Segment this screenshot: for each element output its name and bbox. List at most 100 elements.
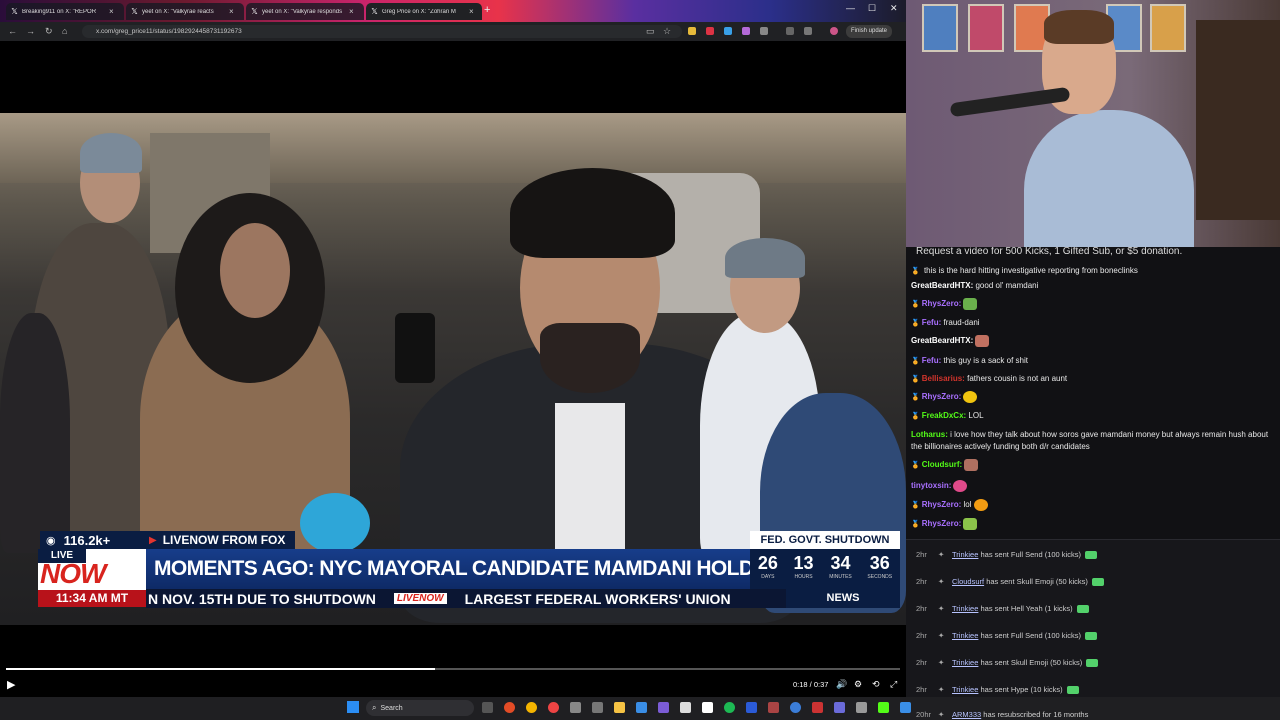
download-icon[interactable] bbox=[804, 27, 812, 35]
emote-icon bbox=[975, 335, 990, 347]
maximize-icon[interactable]: ☐ bbox=[868, 3, 876, 14]
extensions-puzzle-icon[interactable] bbox=[760, 27, 768, 35]
app-icon[interactable] bbox=[680, 702, 691, 713]
app-icon[interactable] bbox=[504, 702, 515, 713]
video-player[interactable]: ◉ 116.2k+ ▶ LIVENOW FROM FOX LIVE NOW 11… bbox=[0, 113, 906, 625]
reload-icon[interactable]: ↻ bbox=[45, 26, 53, 37]
chat-username[interactable]: Cloudsurf: bbox=[922, 460, 962, 469]
app-icon[interactable] bbox=[812, 702, 823, 713]
event-user[interactable]: Trinkiee bbox=[952, 604, 978, 613]
close-tab-icon[interactable]: × bbox=[229, 7, 234, 16]
app-icon[interactable] bbox=[856, 702, 867, 713]
loop-icon[interactable]: ⟲ bbox=[872, 679, 880, 690]
tab-1[interactable]: 𝕏 Breaking911 on X: "REPOR × bbox=[6, 3, 124, 20]
streamer-shirt bbox=[1024, 110, 1194, 247]
event-user[interactable]: ARM333 bbox=[952, 710, 981, 719]
close-window-icon[interactable]: ✕ bbox=[890, 3, 898, 14]
app-icon[interactable] bbox=[636, 702, 647, 713]
countdown-value: 13 bbox=[793, 553, 814, 573]
windows-start-icon[interactable] bbox=[347, 701, 359, 713]
extension-icon[interactable] bbox=[706, 27, 714, 35]
event-row: 2hr ✦ Trinkiee has sent Skull Emoji (50 ki… bbox=[916, 658, 1276, 668]
chat-username[interactable]: Fefu: bbox=[922, 318, 942, 327]
bookmark-star-icon[interactable]: ☆ bbox=[663, 26, 671, 37]
chrome-icon[interactable] bbox=[526, 702, 537, 713]
app-icon[interactable] bbox=[658, 702, 669, 713]
chat-message: 🏅 Fefu: fraud-dani bbox=[911, 317, 1273, 330]
gift-icon bbox=[1091, 578, 1104, 587]
play-icon[interactable]: ▶ bbox=[7, 678, 15, 691]
chat-username[interactable]: RhysZero: bbox=[922, 519, 962, 528]
extension-icon[interactable] bbox=[688, 27, 696, 35]
sidebar-icon[interactable] bbox=[786, 27, 794, 35]
taskbar-search[interactable]: ⌕ Search bbox=[366, 700, 474, 716]
tab-title: yeet on X: "Valkyrae responds bbox=[262, 8, 343, 15]
event-user[interactable]: Trinkiee bbox=[952, 685, 978, 694]
app-icon[interactable] bbox=[790, 702, 801, 713]
video-progress-bar[interactable] bbox=[6, 668, 900, 670]
shutdown-title: FED. GOVT. SHUTDOWN bbox=[750, 531, 900, 549]
event-row: 2hr ✦ Trinkiee has sent Full Send (100 kic… bbox=[916, 631, 1276, 641]
app-icon[interactable] bbox=[592, 702, 603, 713]
chat-username[interactable]: Bellisarius: bbox=[922, 374, 965, 383]
app-icon[interactable] bbox=[548, 702, 559, 713]
headline-bar: MOMENTS AGO: NYC MAYORAL CANDIDATE MAMDA… bbox=[146, 549, 838, 589]
close-tab-icon[interactable]: × bbox=[109, 7, 114, 16]
chat-username[interactable]: GreatBeardHTX: bbox=[911, 336, 973, 345]
app-icon[interactable] bbox=[900, 702, 911, 713]
chat-username[interactable]: RhysZero: bbox=[922, 500, 962, 509]
chat-username[interactable]: GreatBeardHTX: bbox=[911, 281, 973, 290]
file-explorer-icon[interactable] bbox=[614, 702, 625, 713]
event-user[interactable]: Trinkiee bbox=[952, 550, 978, 559]
chat-username[interactable]: FreakDxCx: bbox=[922, 411, 966, 420]
app-icon[interactable] bbox=[570, 702, 581, 713]
fullscreen-icon[interactable]: ⤢ bbox=[890, 679, 897, 690]
chat-username[interactable]: tinytoxsin: bbox=[911, 481, 951, 490]
chat-message: 🏅 RhysZero: lol bbox=[911, 499, 1273, 512]
viewer-count: ◉ 116.2k+ bbox=[40, 531, 145, 549]
kick-icon[interactable] bbox=[878, 702, 889, 713]
event-user[interactable]: Trinkiee bbox=[952, 631, 978, 640]
play-arrow-icon: ▶ bbox=[149, 534, 157, 546]
volume-icon[interactable]: 🔊 bbox=[836, 679, 847, 690]
ticker-text: N NOV. 15TH DUE TO SHUTDOWN bbox=[148, 590, 376, 607]
app-icon[interactable] bbox=[768, 702, 779, 713]
extension-icon[interactable] bbox=[742, 27, 750, 35]
chat-username[interactable]: RhysZero: bbox=[922, 299, 962, 308]
app-icon[interactable] bbox=[834, 702, 845, 713]
finish-update-button[interactable]: Finish update bbox=[846, 25, 893, 38]
event-row: 2hr ✦ Trinkiee has sent Hell Yeah (1 kicks… bbox=[916, 604, 1276, 614]
chat-username[interactable]: RhysZero: bbox=[922, 392, 962, 401]
tab-4-active[interactable]: 𝕏 Greg Price on X: "Zohran M × bbox=[366, 3, 482, 20]
profile-avatar-icon[interactable] bbox=[830, 27, 838, 35]
event-user[interactable]: Cloudsurf bbox=[952, 577, 984, 586]
tab-2[interactable]: 𝕏 yeet on X: "Valkyrae reacts × bbox=[126, 3, 244, 20]
back-icon[interactable]: ← bbox=[8, 26, 17, 36]
forward-icon[interactable]: → bbox=[26, 26, 35, 36]
url-field[interactable]: x.com/greg_price11/status/19829244587311… bbox=[82, 25, 682, 38]
spotify-icon[interactable] bbox=[724, 702, 735, 713]
app-icon[interactable] bbox=[702, 702, 713, 713]
browser-window: 𝕏 Breaking911 on X: "REPOR × 𝕏 yeet on X… bbox=[0, 0, 906, 697]
chat-username[interactable]: Fefu: bbox=[922, 356, 942, 365]
app-icon[interactable] bbox=[746, 702, 757, 713]
settings-gear-icon[interactable]: ⚙ bbox=[854, 679, 862, 690]
minimize-icon[interactable]: — bbox=[846, 3, 855, 13]
extension-icon[interactable] bbox=[724, 27, 732, 35]
event-feed: 2hr ✦ Trinkiee has sent Full Send (100 kic… bbox=[906, 539, 1280, 697]
close-tab-icon[interactable]: × bbox=[469, 7, 474, 16]
event-age: 2hr bbox=[916, 631, 927, 640]
cast-icon[interactable]: ▭ bbox=[646, 26, 655, 37]
event-user[interactable]: Trinkiee bbox=[952, 658, 978, 667]
candidate-hair bbox=[510, 168, 675, 258]
close-tab-icon[interactable]: × bbox=[349, 7, 354, 16]
face bbox=[220, 223, 290, 318]
task-view-icon[interactable] bbox=[482, 702, 493, 713]
gift-icon bbox=[1084, 551, 1097, 560]
chat-username[interactable]: Lotharus: bbox=[911, 430, 948, 439]
home-icon[interactable]: ⌂ bbox=[62, 26, 67, 36]
tab-3[interactable]: 𝕏 yeet on X: "Valkyrae responds × bbox=[246, 3, 364, 20]
emote-icon bbox=[953, 480, 968, 492]
emote-icon bbox=[963, 518, 978, 530]
new-tab-button[interactable]: + bbox=[484, 4, 490, 16]
